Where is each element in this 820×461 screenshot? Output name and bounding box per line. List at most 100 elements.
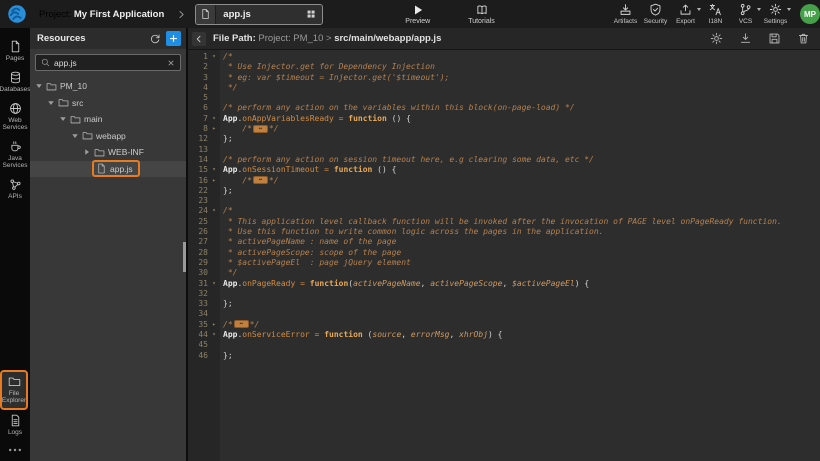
code-token: /* [223, 320, 233, 329]
code-line-3[interactable]: 3 * eg: var $timeout = Injector.get('$ti… [188, 73, 820, 83]
fold-open-icon[interactable]: ▾ [208, 52, 220, 62]
fold-placeholder [208, 340, 220, 350]
code-token: */ [250, 320, 260, 329]
expand-arrow-icon[interactable] [35, 82, 43, 90]
expand-arrow-icon[interactable] [71, 132, 79, 140]
expand-arrow-icon[interactable] [47, 99, 55, 107]
more-icon[interactable] [8, 447, 22, 453]
topbar-export-label: Export [676, 18, 695, 25]
fold-open-icon[interactable]: ▾ [208, 279, 220, 289]
collapsed-code-icon[interactable] [253, 176, 268, 184]
code-line-24[interactable]: 24▾/* [188, 206, 820, 216]
line-number: 6 [188, 103, 208, 113]
sidebar-item-logs[interactable]: Logs [0, 410, 30, 441]
code-token: function [348, 114, 387, 123]
sidebar-item-databases[interactable]: Databases [0, 67, 30, 98]
code-line-5[interactable]: 5 [188, 93, 820, 103]
code-line-13[interactable]: 13 [188, 145, 820, 155]
code-token: errorMsg [411, 330, 450, 339]
code-line-27[interactable]: 27 * activePageName : name of the page [188, 237, 820, 247]
tree-item-app-js[interactable]: app.js [30, 161, 186, 178]
code-token: * This application level callback functi… [223, 217, 782, 226]
expand-arrow-icon[interactable] [59, 115, 67, 123]
code-line-12[interactable]: 12}; [188, 134, 820, 144]
code-token: * Use Injector.get for Dependency Inject… [223, 62, 435, 71]
tab-app-js[interactable]: app.js [195, 4, 323, 25]
fold-closed-icon[interactable]: ▸ [208, 176, 220, 186]
code-token: App [223, 330, 237, 339]
sidebar-item-pages[interactable]: Pages [0, 36, 30, 67]
code-line-33[interactable]: 33}; [188, 299, 820, 309]
grid-icon[interactable] [306, 9, 316, 19]
code-line-28[interactable]: 28 * activePageScope: scope of the page [188, 248, 820, 258]
code-line-35[interactable]: 35▸/**/ [188, 320, 820, 330]
topbar-export-button[interactable]: Export [672, 3, 699, 25]
code-line-7[interactable]: 7▾App.onAppVariablesReady = function () … [188, 114, 820, 124]
clear-search-icon[interactable] [167, 59, 175, 67]
code-line-26[interactable]: 26 * Use this function to write common l… [188, 227, 820, 237]
tree-item-web-inf[interactable]: WEB-INF [30, 144, 186, 161]
code-editor[interactable]: 1▾/*2 * Use Injector.get for Dependency … [188, 50, 820, 461]
sidebar-item-web-services[interactable]: Web Services [0, 98, 30, 136]
fold-closed-icon[interactable]: ▸ [208, 124, 220, 134]
sidebar-item-file-explorer[interactable]: File Explorer [0, 370, 28, 410]
code-line-30[interactable]: 30 */ [188, 268, 820, 278]
fold-placeholder [208, 299, 220, 309]
topbar-i18n-button[interactable]: I18N [702, 3, 729, 25]
resources-scrollbar[interactable] [183, 242, 186, 272]
topbar-artifacts-button[interactable]: Artifacts [612, 3, 639, 25]
collapsed-code-icon[interactable] [234, 320, 249, 328]
code-line-46[interactable]: 46}; [188, 351, 820, 361]
code-text: /* [220, 206, 233, 216]
line-number: 31 [188, 279, 208, 289]
code-line-44[interactable]: 44▾App.onServiceError = function (source… [188, 330, 820, 340]
sidebar-item-apis[interactable]: APIs [0, 174, 30, 205]
code-text: * activePageName : name of the page [220, 237, 396, 247]
tree-item-main[interactable]: main [30, 111, 186, 128]
fold-open-icon[interactable]: ▾ [208, 206, 220, 216]
collapse-arrow-icon[interactable] [83, 148, 91, 156]
collapse-panel-button[interactable] [192, 32, 206, 46]
code-line-29[interactable]: 29 * $activePageEl : page jQuery element [188, 258, 820, 268]
tree-item-pm-10[interactable]: PM_10 [30, 78, 186, 95]
topbar-settings-button[interactable]: Settings [762, 3, 789, 25]
avatar[interactable]: MP [800, 4, 820, 24]
fold-open-icon[interactable]: ▾ [208, 330, 220, 340]
fold-open-icon[interactable]: ▾ [208, 165, 220, 175]
code-line-4[interactable]: 4 */ [188, 83, 820, 93]
add-resource-button[interactable] [166, 31, 181, 46]
download-file-icon[interactable] [739, 32, 752, 45]
topbar-vcs-button[interactable]: VCS [732, 3, 759, 25]
code-line-8[interactable]: 8▸ /**/ [188, 124, 820, 134]
tutorials-button[interactable]: Tutorials [468, 4, 495, 25]
code-line-31[interactable]: 31▾App.onPageReady = function(activePage… [188, 279, 820, 289]
code-line-22[interactable]: 22}; [188, 186, 820, 196]
code-line-2[interactable]: 2 * Use Injector.get for Dependency Inje… [188, 62, 820, 72]
code-line-32[interactable]: 32 [188, 289, 820, 299]
wavemaker-logo-icon[interactable] [7, 4, 27, 24]
search-input[interactable] [54, 58, 163, 68]
topbar-security-button[interactable]: Security [642, 3, 669, 25]
refresh-icon[interactable] [149, 33, 161, 45]
code-line-14[interactable]: 14/* perform any action on session timeo… [188, 155, 820, 165]
code-line-45[interactable]: 45 [188, 340, 820, 350]
code-line-16[interactable]: 16▸ /**/ [188, 176, 820, 186]
code-line-34[interactable]: 34 [188, 309, 820, 319]
code-line-25[interactable]: 25 * This application level callback fun… [188, 217, 820, 227]
fold-open-icon[interactable]: ▾ [208, 114, 220, 124]
vcs-icon [739, 3, 752, 16]
fold-closed-icon[interactable]: ▸ [208, 320, 220, 330]
highlight-box: app.js [92, 160, 140, 177]
code-line-1[interactable]: 1▾/* [188, 52, 820, 62]
code-line-15[interactable]: 15▾App.onSessionTimeout = function () { [188, 165, 820, 175]
code-line-6[interactable]: 6/* perform any action on the variables … [188, 103, 820, 113]
editor-settings-gear-icon[interactable] [710, 32, 723, 45]
delete-file-icon[interactable] [797, 32, 810, 45]
preview-button[interactable]: Preview [405, 4, 430, 25]
tree-item-webapp[interactable]: webapp [30, 128, 186, 145]
collapsed-code-icon[interactable] [253, 125, 268, 133]
save-file-icon[interactable] [768, 32, 781, 45]
tree-item-src[interactable]: src [30, 95, 186, 112]
sidebar-item-java-services[interactable]: Java Services [0, 136, 30, 174]
code-line-23[interactable]: 23 [188, 196, 820, 206]
